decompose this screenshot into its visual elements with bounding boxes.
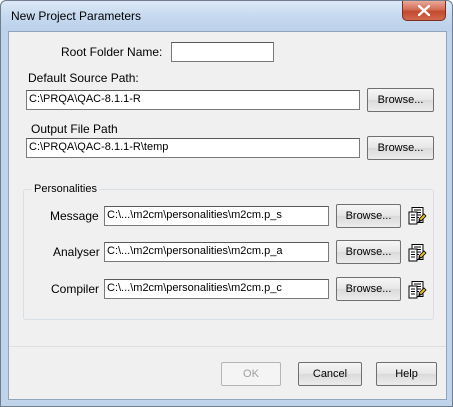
root-folder-label: Root Folder Name: — [61, 45, 163, 59]
root-folder-input[interactable] — [171, 42, 274, 62]
analyser-personality-input[interactable]: C:\...\m2cm\personalities\m2cm.p_a — [104, 242, 329, 262]
source-path-input[interactable]: C:\PRQA\QAC-8.1.1-R — [26, 90, 360, 110]
dialog-client-area: Root Folder Name: Default Source Path: C… — [8, 31, 447, 400]
message-personality-input[interactable]: C:\...\m2cm\personalities\m2cm.p_s — [104, 206, 329, 226]
edit-file-icon[interactable] — [407, 280, 427, 300]
edit-file-icon[interactable] — [407, 243, 427, 263]
close-button[interactable] — [402, 1, 446, 21]
compiler-label: Compiler — [51, 282, 100, 296]
compiler-browse-button[interactable]: Browse... — [336, 277, 401, 301]
message-label: Message — [50, 209, 99, 223]
footer-separator — [9, 346, 446, 347]
output-path-input[interactable]: C:\PRQA\QAC-8.1.1-R\temp — [26, 138, 360, 158]
source-path-label: Default Source Path: — [28, 71, 139, 85]
title-bar[interactable]: New Project Parameters — [1, 1, 452, 31]
ok-button[interactable]: OK — [221, 362, 281, 386]
personalities-group-title: Personalities — [32, 183, 99, 195]
window-title: New Project Parameters — [11, 9, 142, 23]
output-path-label: Output File Path — [31, 122, 118, 136]
compiler-personality-input[interactable]: C:\...\m2cm\personalities\m2cm.p_c — [104, 279, 329, 299]
analyser-label: Analyser — [53, 245, 100, 259]
cancel-button[interactable]: Cancel — [298, 362, 362, 386]
analyser-browse-button[interactable]: Browse... — [336, 240, 401, 264]
message-browse-button[interactable]: Browse... — [336, 204, 401, 228]
help-button[interactable]: Help — [376, 362, 437, 386]
close-icon — [418, 5, 430, 16]
dialog-window: New Project Parameters Root Folder Name:… — [0, 0, 453, 407]
output-path-browse-button[interactable]: Browse... — [367, 136, 434, 160]
source-path-browse-button[interactable]: Browse... — [367, 88, 434, 112]
edit-file-icon[interactable] — [407, 206, 427, 226]
